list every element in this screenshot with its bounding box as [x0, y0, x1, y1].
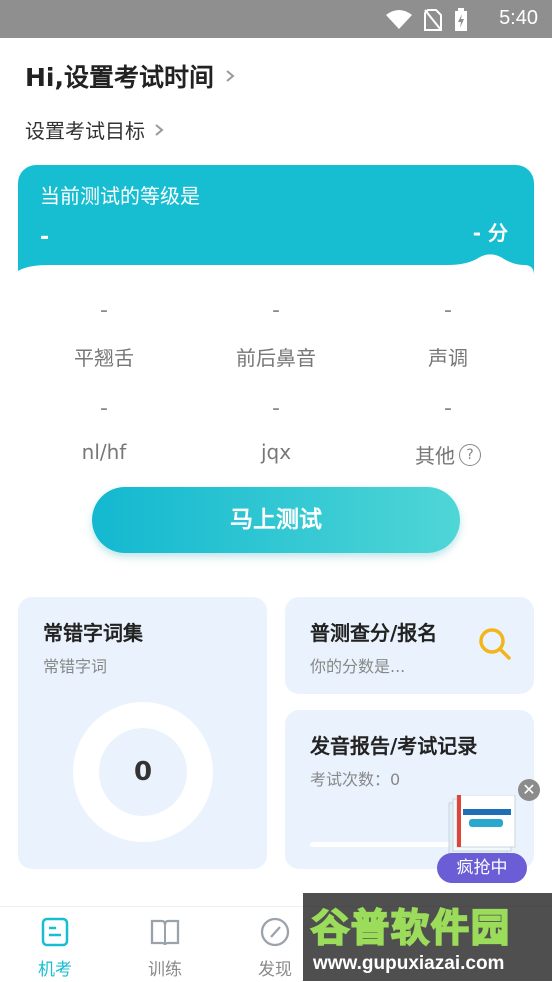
tab-label: 训练 — [148, 960, 182, 980]
breakdown-label: 前后鼻音 — [236, 346, 316, 370]
breakdown-item: - 平翘舌 — [18, 298, 190, 371]
mistakes-card[interactable]: 常错字词集 常错字词 0 — [18, 597, 267, 869]
wave-divider — [18, 254, 534, 293]
card-title: 普测查分/报名 — [310, 621, 438, 645]
level-title: 当前测试的等级是 — [40, 184, 200, 208]
score-unit: 分 — [488, 221, 508, 245]
breakdown-label: 平翘舌 — [74, 346, 134, 370]
close-icon[interactable]: ✕ — [518, 779, 540, 801]
no-sim-icon — [424, 9, 442, 31]
score-query-card[interactable]: 普测查分/报名 你的分数是... — [285, 597, 534, 694]
compass-icon — [260, 917, 290, 947]
score-value: - — [472, 221, 482, 245]
breakdown-label: jqx — [260, 440, 292, 464]
wifi-icon — [386, 10, 412, 29]
breakdown-value: - — [272, 298, 280, 323]
promo-tag[interactable]: 疯抢中 — [437, 853, 527, 883]
card-subtitle: 常错字词 — [43, 657, 108, 676]
breakdown-label: 其他 — [415, 444, 455, 468]
card-subtitle: 考试次数：0 — [310, 770, 401, 789]
watermark-title: 谷普软件园 — [310, 905, 512, 951]
level-value: - — [40, 225, 50, 250]
question-circle-icon[interactable]: ? — [459, 443, 481, 466]
book-promo-image[interactable] — [447, 795, 517, 857]
watermark-url: www.gupuxiazai.com — [313, 953, 505, 974]
breakdown-item: - jqx — [190, 396, 362, 464]
book-icon — [150, 919, 180, 946]
document-icon — [41, 917, 69, 947]
card-subtitle: 你的分数是... — [310, 657, 406, 676]
watermark: 谷普软件园 www.gupuxiazai.com — [303, 893, 552, 981]
breakdown-value: - — [444, 298, 452, 323]
breakdown-item: - 前后鼻音 — [190, 298, 362, 371]
breakdown-value: - — [444, 396, 452, 421]
status-bar: 5:40 — [0, 0, 552, 38]
breakdown-item: - 其他 ? — [362, 396, 534, 469]
chevron-right-icon — [155, 123, 164, 136]
tab-training[interactable]: 训练 — [125, 917, 205, 980]
breakdown-value: - — [100, 396, 108, 421]
card-title: 常错字词集 — [43, 621, 143, 645]
goal-text: 设置考试目标 — [25, 119, 145, 143]
mistakes-count: 0 — [133, 757, 153, 787]
status-icons — [386, 8, 468, 32]
battery-charging-icon — [455, 8, 467, 31]
clock: 5:40 — [499, 7, 538, 29]
greeting-text: Hi,设置考试时间 — [25, 63, 214, 92]
breakdown-item: - 声调 — [362, 298, 534, 371]
score-display: - 分 — [473, 217, 508, 246]
breakdown-value: - — [100, 298, 108, 323]
chevron-right-icon — [226, 70, 235, 82]
breakdown-label: nl/hf — [81, 440, 127, 464]
card-title: 发音报告/考试记录 — [310, 734, 478, 758]
report-progress-track — [310, 842, 460, 847]
set-exam-goal-link[interactable]: 设置考试目标 — [25, 115, 165, 144]
breakdown-item: - nl/hf — [18, 396, 190, 464]
set-exam-time-link[interactable]: Hi,设置考试时间 — [25, 58, 236, 94]
breakdown-value: - — [272, 396, 280, 421]
tab-exam[interactable]: 机考 — [15, 917, 95, 980]
tab-label: 机考 — [38, 960, 72, 980]
start-test-button[interactable]: 马上测试 — [92, 487, 460, 553]
breakdown-label: 声调 — [428, 346, 468, 370]
search-icon — [479, 628, 511, 660]
